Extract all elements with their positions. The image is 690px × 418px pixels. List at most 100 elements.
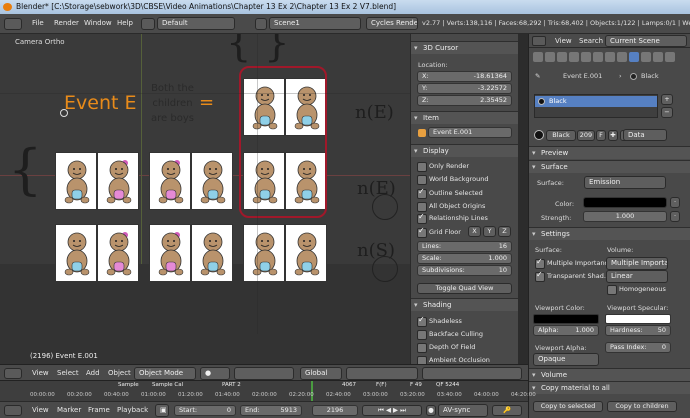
- copy-to-selected-button[interactable]: Copy to selected: [533, 401, 603, 412]
- menu-window[interactable]: Window: [84, 19, 112, 27]
- cursor-z-field[interactable]: Z: 2.35452: [417, 95, 512, 106]
- end-frame-field[interactable]: End: 5913: [240, 405, 302, 416]
- baby-girl-card[interactable]: [149, 224, 191, 282]
- ambient-occlusion-checkbox[interactable]: Ambient Occlusion: [417, 355, 490, 364]
- marker-6[interactable]: F 49: [410, 382, 422, 388]
- item-name-field[interactable]: Event E.001: [428, 127, 512, 138]
- event-text[interactable]: Event E: [64, 92, 136, 114]
- strength-link-button[interactable]: ·: [670, 211, 680, 222]
- grid-scale-field[interactable]: Scale: 1.000: [417, 253, 512, 264]
- scene-dropdown[interactable]: Scene1: [269, 17, 361, 30]
- volume-interpolation-dropdown[interactable]: Linear: [606, 270, 668, 283]
- start-frame-field[interactable]: Start: 0: [174, 405, 236, 416]
- constraints-tab-icon[interactable]: [593, 52, 603, 62]
- shadeless-checkbox[interactable]: Shadeless: [417, 315, 462, 327]
- color-swatch[interactable]: [583, 197, 667, 208]
- new-material-button[interactable]: ✚: [608, 130, 618, 141]
- particles-tab-icon[interactable]: [653, 52, 663, 62]
- axis-z-toggle[interactable]: Z: [498, 226, 511, 237]
- timeline-menu-marker[interactable]: Marker: [57, 406, 81, 414]
- outline-selected-checkbox[interactable]: Outline Selected: [417, 187, 483, 199]
- baby-girl-card[interactable]: [97, 152, 139, 210]
- baby-boy-card[interactable]: [243, 224, 285, 282]
- grid-subdivisions-field[interactable]: Subdivisions: 10: [417, 265, 512, 276]
- homogeneous-checkbox[interactable]: Homogeneous: [607, 284, 666, 295]
- mode-dropdown[interactable]: Object Mode: [134, 367, 196, 380]
- data-tab-icon[interactable]: [617, 52, 627, 62]
- layers-tab-icon[interactable]: [545, 52, 555, 62]
- panel-item[interactable]: Item: [411, 111, 518, 125]
- panel-copy-material[interactable]: Copy material to all: [529, 381, 690, 395]
- material-users[interactable]: 209: [577, 130, 595, 141]
- axis-y-toggle[interactable]: Y: [483, 226, 496, 237]
- props-menu-view[interactable]: View: [555, 37, 572, 45]
- panel-volume[interactable]: Volume: [529, 368, 690, 382]
- scene-tab-icon[interactable]: [557, 52, 567, 62]
- panel-shading[interactable]: Shading: [411, 298, 518, 312]
- screen-layout-icon[interactable]: [141, 18, 155, 30]
- viewport-specular-swatch[interactable]: [605, 314, 671, 324]
- record-button[interactable]: ●: [426, 405, 436, 416]
- fake-user-button[interactable]: F: [596, 130, 606, 141]
- baby-boy-card[interactable]: [55, 152, 97, 210]
- editor-type-icon[interactable]: [4, 368, 22, 379]
- axis-x-toggle[interactable]: X: [468, 226, 481, 237]
- pivot-dropdown[interactable]: [234, 367, 294, 380]
- material-slot-list[interactable]: Black: [534, 94, 658, 118]
- cursor-y-field[interactable]: Y: -3.22572: [417, 83, 512, 94]
- cursor-x-field[interactable]: X: -18.61364: [417, 71, 512, 82]
- 3d-viewport[interactable]: Camera Ortho { } { n(E) n(E) n(S) Event …: [0, 34, 410, 364]
- object-tab-icon[interactable]: [581, 52, 591, 62]
- grid-lines-field[interactable]: Lines: 16: [417, 241, 512, 252]
- transparent-shadows-checkbox[interactable]: Transparent Shad...: [535, 270, 610, 282]
- screen-layout-dropdown[interactable]: Default: [157, 17, 235, 30]
- playback-controls[interactable]: ⏮ ◀ ▶ ⏭: [362, 405, 422, 416]
- panel-3d-cursor[interactable]: 3D Cursor: [411, 41, 518, 55]
- pass-index-field[interactable]: Pass Index: 0: [605, 342, 671, 353]
- grid-floor-checkbox[interactable]: Grid Floor: [417, 226, 461, 238]
- marker-4[interactable]: 4067: [342, 382, 356, 388]
- marker-5[interactable]: F(F): [376, 382, 387, 388]
- range-toggle-icon[interactable]: ▣: [155, 404, 169, 417]
- material-name-field[interactable]: Black: [546, 130, 576, 141]
- snap-widgets[interactable]: [422, 367, 522, 380]
- remove-slot-button[interactable]: −: [661, 107, 673, 118]
- strength-field[interactable]: 1.000: [583, 211, 667, 222]
- marker-3[interactable]: PART 2: [222, 382, 241, 388]
- shading-dropdown[interactable]: ●: [200, 367, 230, 380]
- timeline[interactable]: Sample Sample Cal PART 2 4067 F(F) F 49 …: [0, 381, 536, 418]
- link-type-dropdown[interactable]: Data: [623, 129, 667, 141]
- add-slot-button[interactable]: +: [661, 94, 673, 105]
- hardness-field[interactable]: Hardness: 50: [605, 325, 671, 336]
- selection-outline[interactable]: [239, 66, 327, 218]
- menu-render[interactable]: Render: [54, 19, 79, 27]
- timeline-menu-view[interactable]: View: [32, 406, 49, 414]
- orientation-dropdown[interactable]: Global: [300, 367, 342, 380]
- color-link-button[interactable]: ·: [670, 197, 680, 208]
- backface-culling-checkbox[interactable]: Backface Culling: [417, 329, 483, 340]
- material-browse-icon[interactable]: [534, 130, 544, 140]
- physics-tab-icon[interactable]: [665, 52, 675, 62]
- sync-dropdown[interactable]: AV-sync: [438, 404, 488, 417]
- baby-boy-card[interactable]: [191, 152, 233, 210]
- menu-add[interactable]: Add: [86, 369, 100, 377]
- material-slot-row[interactable]: Black: [535, 96, 657, 107]
- menu-file[interactable]: File: [32, 19, 44, 27]
- current-frame-field[interactable]: 2196: [312, 405, 358, 416]
- marker-1[interactable]: Sample: [118, 382, 139, 388]
- baby-boy-card[interactable]: [285, 224, 327, 282]
- editor-type-icon[interactable]: [4, 405, 22, 416]
- marker-2[interactable]: Sample Cal: [152, 382, 183, 388]
- menu-view[interactable]: View: [32, 369, 49, 377]
- baby-boy-card[interactable]: [55, 224, 97, 282]
- editor-type-icon[interactable]: [532, 36, 546, 46]
- depth-of-field-checkbox[interactable]: Depth Of Field: [417, 342, 475, 353]
- relationship-lines-checkbox[interactable]: Relationship Lines: [417, 212, 488, 224]
- surface-shader-dropdown[interactable]: Emission: [584, 176, 666, 189]
- panel-display[interactable]: Display: [411, 144, 518, 158]
- panel-surface[interactable]: Surface: [529, 160, 690, 174]
- panel-preview[interactable]: Preview: [529, 146, 690, 160]
- layers-widget[interactable]: [346, 367, 418, 380]
- menu-object[interactable]: Object: [108, 369, 131, 377]
- props-menu-search[interactable]: Search: [579, 37, 603, 45]
